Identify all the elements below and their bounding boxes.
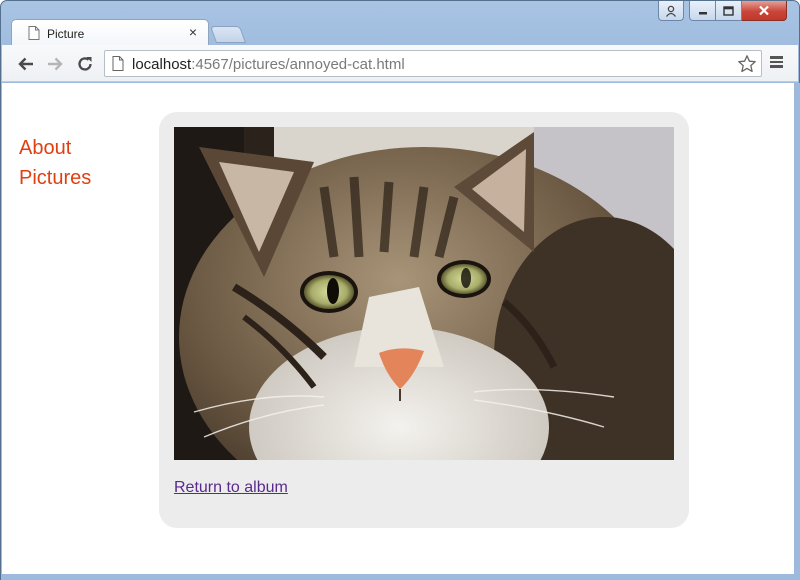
minimize-icon[interactable]	[689, 1, 716, 21]
url-path: :4567/pictures/annoyed-cat.html	[191, 56, 405, 73]
browser-toolbar: localhost:4567/pictures/annoyed-cat.html	[2, 45, 798, 82]
url-host: localhost	[132, 56, 192, 73]
url-text[interactable]: localhost:4567/pictures/annoyed-cat.html	[132, 56, 405, 73]
nav-link-about[interactable]: About	[19, 133, 91, 163]
tab-picture[interactable]: Picture ×	[11, 19, 209, 46]
window-frame-right	[794, 83, 800, 580]
hamburger-menu-icon[interactable]	[768, 54, 786, 72]
page-viewport: About Pictures Return to album	[2, 83, 794, 574]
maximize-icon[interactable]	[716, 1, 742, 21]
address-bar[interactable]: localhost:4567/pictures/annoyed-cat.html	[104, 50, 762, 77]
side-nav: About Pictures	[19, 133, 91, 193]
window-controls	[658, 1, 787, 21]
picture-card: Return to album	[159, 112, 689, 528]
return-to-album-link[interactable]: Return to album	[174, 479, 288, 497]
forward-arrow-icon[interactable]	[45, 54, 65, 74]
new-tab-icon[interactable]	[209, 26, 247, 43]
title-bar: Picture ×	[1, 1, 799, 46]
page-icon	[28, 26, 40, 45]
tab-title: Picture	[47, 27, 85, 41]
nav-link-pictures[interactable]: Pictures	[19, 163, 91, 193]
back-arrow-icon[interactable]	[16, 54, 36, 74]
browser-window: Picture × localhost:4567/pictures/annoye…	[0, 0, 800, 580]
file-icon	[112, 56, 124, 76]
user-icon[interactable]	[658, 1, 684, 21]
close-icon[interactable]	[742, 1, 787, 21]
star-icon[interactable]	[737, 54, 757, 79]
reload-icon[interactable]	[75, 54, 95, 74]
cat-photo	[174, 127, 674, 460]
window-frame-bottom	[1, 574, 800, 580]
tab-close-icon[interactable]: ×	[186, 25, 200, 39]
